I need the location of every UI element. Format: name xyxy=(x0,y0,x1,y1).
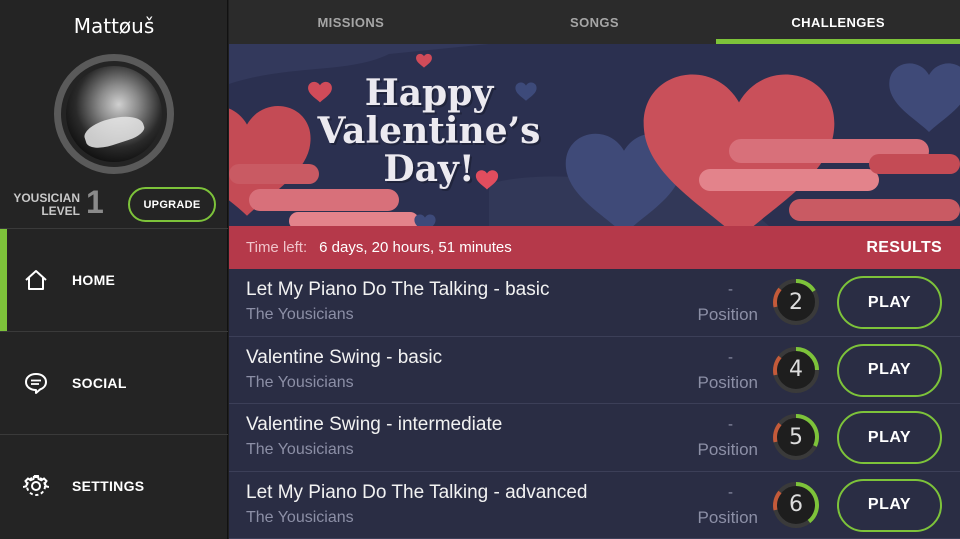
challenge-title: Let My Piano Do The Talking - basic xyxy=(246,279,550,300)
difficulty-level: 4 xyxy=(789,357,803,382)
difficulty-level: 2 xyxy=(789,289,803,315)
challenge-row: Let My Piano Do The Talking - basic The … xyxy=(229,269,960,337)
play-button[interactable]: PLAY xyxy=(837,343,942,397)
tab-songs[interactable]: SONGS xyxy=(473,0,717,44)
banner-line3: Day! xyxy=(383,148,475,190)
position-value: - xyxy=(728,281,733,298)
challenge-artist: The Yousicians xyxy=(246,508,354,526)
challenge-artist: The Yousicians xyxy=(246,373,354,391)
home-icon xyxy=(22,266,50,294)
play-button[interactable]: PLAY xyxy=(837,478,942,532)
sidebar: Mattøuš YOUSICIAN LEVEL 1 UPGRADE HOME S… xyxy=(0,0,228,539)
sidebar-item-label: HOME xyxy=(72,272,116,288)
level-number: 1 xyxy=(86,184,104,220)
tab-missions[interactable]: MISSIONS xyxy=(229,0,473,44)
challenge-title: Let My Piano Do The Talking - advanced xyxy=(246,481,588,503)
challenge-list: Let My Piano Do The Talking - basic The … xyxy=(229,269,960,539)
difficulty-level: 6 xyxy=(789,492,803,517)
banner-title: Happy Valentine’s Day! xyxy=(307,74,551,188)
sidebar-nav: HOME SOCIAL SETTINGS xyxy=(0,228,228,537)
play-button[interactable]: PLAY xyxy=(837,276,942,329)
position-label: Position xyxy=(697,305,758,324)
level-label-line2: LEVEL xyxy=(41,204,80,218)
position-value: - xyxy=(728,416,733,433)
time-left-bar: Time left: 6 days, 20 hours, 51 minutes … xyxy=(229,226,960,269)
results-button[interactable]: RESULTS xyxy=(866,239,942,257)
gear-icon xyxy=(22,472,50,500)
challenge-row: Valentine Swing - basic The Yousicians -… xyxy=(229,337,960,404)
tab-challenges[interactable]: CHALLENGES xyxy=(716,0,960,44)
position-value: - xyxy=(728,483,733,501)
sidebar-item-settings[interactable]: SETTINGS xyxy=(0,434,228,537)
username: Mattøuš xyxy=(73,14,155,38)
tab-bar: MISSIONS SONGS CHALLENGES xyxy=(229,0,960,44)
challenge-title: Valentine Swing - basic xyxy=(246,346,443,368)
time-left-value: 6 days, 20 hours, 51 minutes xyxy=(319,239,512,256)
sidebar-item-label: SOCIAL xyxy=(72,375,127,391)
challenge-artist: The Yousicians xyxy=(246,306,354,323)
level-label: YOUSICIAN LEVEL xyxy=(8,192,80,218)
play-button[interactable]: PLAY xyxy=(837,411,942,464)
position-value: - xyxy=(728,348,733,366)
position-label: Position xyxy=(697,440,758,459)
position-label: Position xyxy=(697,372,758,392)
avatar-ring[interactable] xyxy=(54,54,174,174)
sidebar-item-label: SETTINGS xyxy=(72,478,145,494)
upgrade-button[interactable]: UPGRADE xyxy=(128,187,216,222)
avatar[interactable] xyxy=(66,66,162,162)
chat-icon xyxy=(22,369,50,397)
challenge-title: Valentine Swing - intermediate xyxy=(246,414,503,435)
sidebar-item-home[interactable]: HOME xyxy=(0,228,228,331)
banner-line1: Happy xyxy=(364,72,494,114)
banner-line2: Valentine’s xyxy=(317,110,541,152)
valentines-banner: Happy Valentine’s Day! xyxy=(229,44,960,226)
sidebar-item-social[interactable]: SOCIAL xyxy=(0,331,228,434)
time-left-label: Time left: xyxy=(246,239,308,256)
challenge-row: Valentine Swing - intermediate The Yousi… xyxy=(229,404,960,472)
difficulty-level: 5 xyxy=(789,424,803,450)
challenge-row: Let My Piano Do The Talking - advanced T… xyxy=(229,472,960,539)
challenge-artist: The Yousicians xyxy=(246,441,354,458)
position-label: Position xyxy=(697,507,758,527)
